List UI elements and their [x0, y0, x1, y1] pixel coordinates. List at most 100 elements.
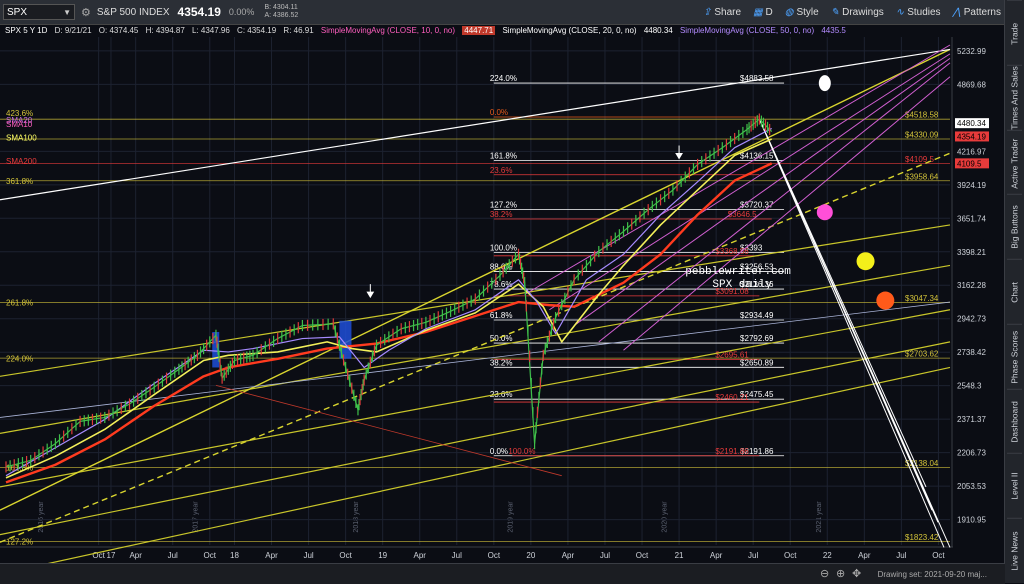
sma10-value: 4447.71: [462, 26, 496, 35]
right-level-label: $3958.64: [905, 172, 939, 181]
sidebar-tab-active-trader[interactable]: Active Trader: [1007, 129, 1022, 196]
drawings-button[interactable]: ✎ Drawings: [831, 7, 884, 18]
price-chart[interactable]: Oct 17 Apr Jul Oct 18 Apr Jul Oct 19 Apr Jul Oct 20 Ap…: [0, 37, 1005, 563]
bar-open: O: 4374.45: [98, 26, 139, 35]
bar-date: D: 9/21/21: [54, 26, 92, 35]
sma50-label[interactable]: SimpleMovingAvg (CLOSE, 50, 0, no): [680, 26, 814, 35]
right-level-label: $4109.5: [905, 155, 934, 164]
patterns-button[interactable]: ⋀ Patterns: [953, 7, 1001, 18]
fib-percent-label: 61.8%: [490, 311, 513, 320]
bar-close: C: 4354.19: [237, 26, 277, 35]
sma20-label[interactable]: SimpleMovingAvg (CLOSE, 20, 0, no): [502, 26, 636, 35]
chart-title: SPX 5 Y 1D: [5, 26, 48, 35]
zoom-in-icon[interactable]: ⊕: [836, 567, 845, 580]
target-marker-orange: [876, 291, 895, 310]
price-tag-label: 4354.19: [957, 132, 986, 141]
sidebar-tab-chart[interactable]: Chart: [1007, 259, 1022, 325]
y-tick-label: 3162.28: [957, 281, 986, 290]
x-tick-label: 17: [107, 551, 116, 560]
share-icon: ⇪: [702, 6, 712, 18]
fib-percent-label: 100.0%: [490, 243, 517, 252]
x-tick-label: Oct: [784, 551, 797, 560]
sidebar-tab-level-ii[interactable]: Level II: [1007, 453, 1022, 520]
percent-change: 0.00%: [228, 7, 255, 17]
fib-percent-label: 224.0%: [490, 74, 517, 83]
sidebar-tab-live-news[interactable]: Live News: [1007, 518, 1022, 584]
price-tag-label: 4480.34: [957, 119, 986, 128]
x-tick-label: Jul: [168, 551, 178, 560]
x-tick-label: Apr: [562, 551, 575, 560]
bar-range: R: 46.91: [283, 26, 314, 35]
y-tick-label: 2942.73: [957, 315, 986, 324]
right-level-label: $1823.42: [905, 533, 939, 542]
x-tick-label: 21: [675, 551, 684, 560]
y-tick-label: 2738.42: [957, 348, 986, 357]
drawing-set-selector[interactable]: Drawing set: 2021-09-20 maj...: [878, 570, 987, 579]
sidebar-tab-big-buttons[interactable]: Big Buttons: [1007, 194, 1022, 261]
x-tick-label: Jul: [452, 551, 462, 560]
studies-button[interactable]: ∿ Studies: [896, 7, 941, 18]
pencil-icon: ✎: [830, 6, 840, 18]
x-tick-label: 18: [230, 551, 239, 560]
study-info-bar: SPX 5 Y 1D D: 9/21/21 O: 4374.45 H: 4394…: [0, 25, 1005, 37]
x-tick-label: 19: [378, 551, 387, 560]
left-label: 361.8%: [6, 177, 33, 186]
x-tick-label: Oct: [339, 551, 352, 560]
chevron-down-icon[interactable]: ▼: [63, 8, 71, 17]
fib-value-label: $2650.89: [740, 358, 774, 367]
y-tick-label: 2206.73: [957, 449, 986, 458]
right-level-label: $4518.58: [905, 111, 939, 120]
year-label: 2019 year: [507, 501, 514, 533]
fib-value-label: $3720.37: [740, 201, 774, 210]
zoom-out-icon[interactable]: ⊖: [820, 567, 829, 580]
fib-value-label: $4136.15: [740, 151, 774, 160]
fib-percent-label: 0.0%: [490, 447, 508, 456]
symbol-input[interactable]: SPX: [7, 7, 27, 18]
ask-value: A: 4386.52: [264, 12, 299, 19]
x-tick-label: Apr: [129, 551, 142, 560]
bar-low: L: 4347.96: [192, 26, 230, 35]
x-tick-label: Oct: [932, 551, 945, 560]
fib-value-label: $2934.49: [740, 311, 774, 320]
year-label: 2017 year: [192, 501, 199, 533]
y-tick-label: 2053.53: [957, 482, 986, 491]
year-label: 2020 year: [662, 501, 669, 533]
right-level-label: $3047.34: [905, 294, 939, 303]
y-tick-label: 1910.95: [957, 516, 986, 525]
sidebar-tab-dashboard[interactable]: Dashboard: [1007, 388, 1022, 455]
fib-value-label: $2191.86: [715, 447, 749, 456]
price-tag-label: 4109.5: [957, 159, 982, 168]
fib-value-label: $2460.21: [715, 393, 749, 402]
studies-icon: ∿: [895, 6, 905, 18]
fib-percent-label: 127.2%: [490, 201, 517, 210]
gear-icon[interactable]: ⚙: [81, 6, 91, 19]
year-label: 2018 year: [353, 501, 360, 533]
bid-value: B: 4304.11: [264, 4, 298, 11]
share-button[interactable]: ⇪ Share: [703, 7, 741, 18]
y-tick-label: 2371.37: [957, 415, 986, 424]
watermark-title: SPX daily: [712, 279, 772, 291]
style-button[interactable]: ◍ Style: [785, 7, 819, 18]
y-tick-label: 5232.99: [957, 47, 986, 56]
sidebar-tab-phase-scores[interactable]: Phase Scores: [1007, 323, 1022, 390]
target-marker-magenta: [816, 204, 833, 221]
y-tick-label: 3398.21: [957, 248, 986, 257]
left-label: 224.0%: [6, 354, 33, 363]
time-frame-button[interactable]: ▦ D: [753, 7, 773, 18]
sma10-label[interactable]: SimpleMovingAvg (CLOSE, 10, 0, no): [321, 26, 455, 35]
fib-value-label: $3646.5: [728, 210, 757, 219]
symbol-description: S&P 500 INDEX: [96, 6, 170, 18]
sidebar-tab-trade[interactable]: Trade: [1007, 0, 1022, 66]
fib-percent-label: 0.0%: [490, 108, 508, 117]
y-tick-label: 2548.3: [957, 382, 982, 391]
symbol-selector[interactable]: SPX ▼: [3, 4, 75, 20]
right-sidebar: Trade Times And Sales Active Trader Big But…: [1004, 0, 1024, 584]
fib-percent-label: 38.2%: [490, 210, 513, 219]
left-label: SMA10: [6, 120, 33, 129]
last-price: 4354.19: [177, 5, 221, 19]
sidebar-tab-times-and-sales[interactable]: Times And Sales: [1007, 64, 1022, 131]
style-icon: ◍: [784, 6, 794, 18]
year-label: 2021 year: [816, 501, 823, 533]
x-tick-label: Jul: [748, 551, 758, 560]
pan-icon[interactable]: ✥: [852, 567, 861, 580]
